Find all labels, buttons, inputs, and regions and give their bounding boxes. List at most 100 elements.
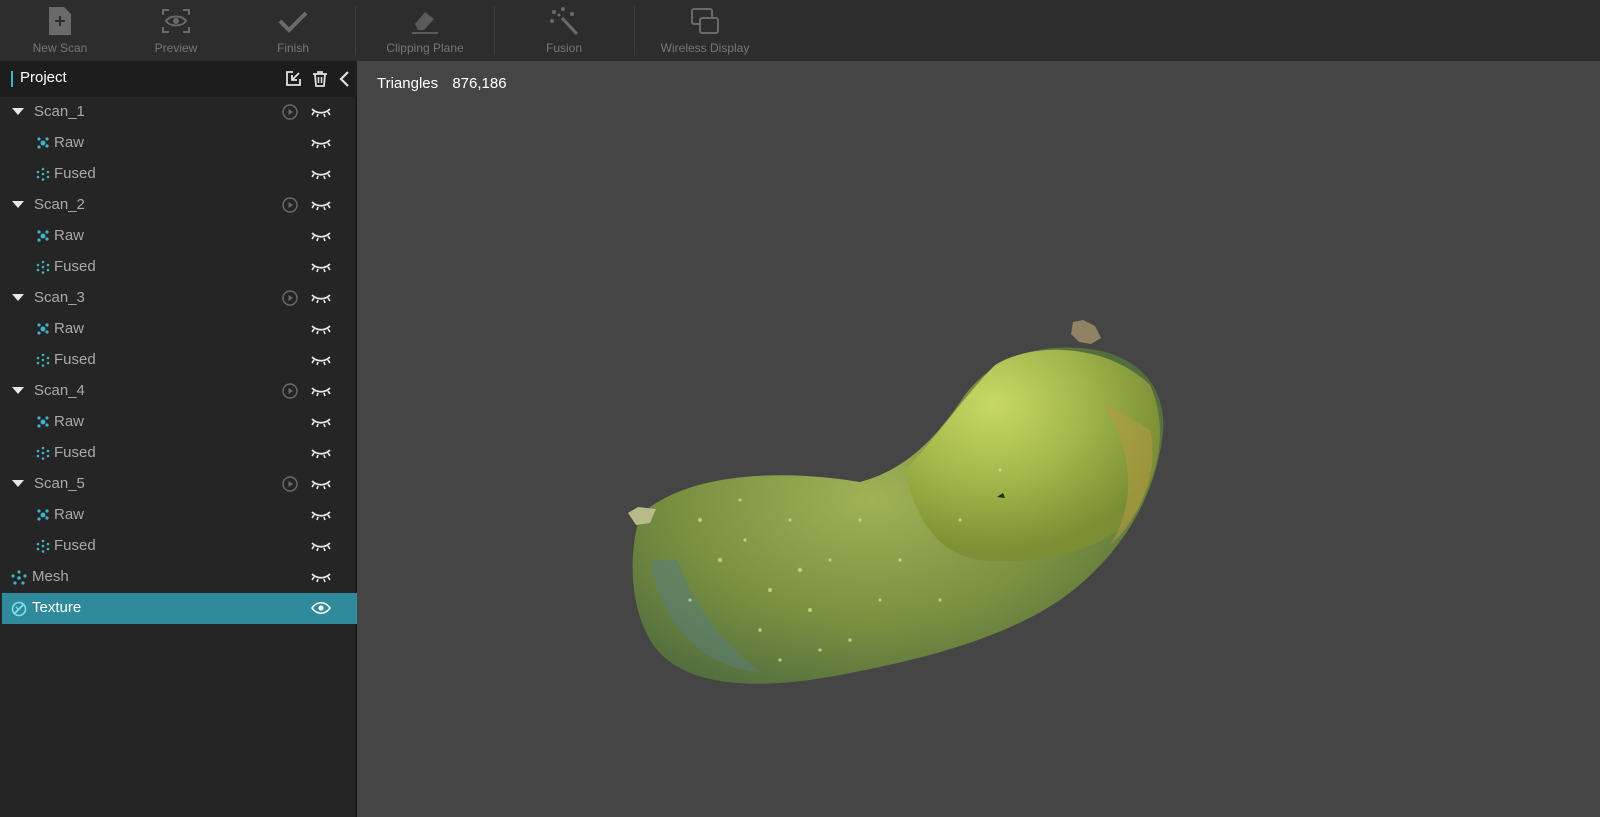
tree-item-label: Fused <box>54 165 96 182</box>
eye-closed-icon[interactable] <box>311 447 331 459</box>
texture-icon <box>11 601 27 617</box>
tree-item-label: Fused <box>54 351 96 368</box>
new-scan-label: New Scan <box>32 41 88 55</box>
eye-closed-icon[interactable] <box>311 199 331 211</box>
tree-item-label: Raw <box>54 506 85 523</box>
eye-closed-icon[interactable] <box>311 106 331 118</box>
tree-item-label: Scan_5 <box>34 475 85 492</box>
tree-item-texture[interactable]: Texture <box>2 593 357 624</box>
tree-item-label: Raw <box>54 413 85 430</box>
tree-item-raw[interactable]: Raw <box>2 128 357 159</box>
play-icon[interactable] <box>282 197 298 213</box>
eye-closed-icon[interactable] <box>311 540 331 552</box>
raw-points-icon <box>37 230 49 242</box>
project-header: Project <box>0 61 357 97</box>
tree-item-label: Texture <box>32 599 82 616</box>
fused-points-icon <box>36 353 50 367</box>
tree-item-label: Raw <box>54 320 85 337</box>
eye-closed-icon[interactable] <box>311 230 331 242</box>
tree-item-label: Raw <box>54 134 85 151</box>
eye-closed-icon[interactable] <box>311 168 331 180</box>
trash-icon[interactable] <box>311 70 329 88</box>
3d-viewport[interactable]: Triangles 876,186 <box>359 61 1600 817</box>
raw-points-icon <box>37 509 49 521</box>
finish-label: Finish <box>276 41 309 55</box>
clipping-plane-label: Clipping Plane <box>386 41 464 55</box>
expand-caret-icon[interactable] <box>12 294 24 301</box>
tree-item-fused[interactable]: Fused <box>2 531 357 562</box>
fused-points-icon <box>36 539 50 553</box>
eye-closed-icon[interactable] <box>311 571 331 583</box>
eye-closed-icon[interactable] <box>311 261 331 273</box>
wireless-display-button[interactable]: Wireless Display <box>655 0 755 61</box>
finish-button[interactable]: Finish <box>253 0 333 61</box>
tree-item-fused[interactable]: Fused <box>2 252 357 283</box>
triangle-count: Triangles 876,186 <box>377 75 517 92</box>
fusion-label: Fusion <box>545 41 583 55</box>
tree-item-mesh[interactable]: Mesh <box>2 562 357 593</box>
eye-closed-icon[interactable] <box>311 137 331 149</box>
toolbar-separator <box>494 6 495 55</box>
tree-item-scan[interactable]: Scan_4 <box>2 376 357 407</box>
new-scan-button[interactable]: New Scan <box>20 0 100 61</box>
tree-item-fused[interactable]: Fused <box>2 159 357 190</box>
new-scan-icon <box>49 7 71 35</box>
preview-icon <box>162 9 190 33</box>
tree-item-label: Mesh <box>32 568 69 585</box>
fusion-button[interactable]: Fusion <box>524 0 604 61</box>
tree-item-fused[interactable]: Fused <box>2 345 357 376</box>
project-title: Project <box>20 69 67 86</box>
magic-wand-icon <box>550 7 579 36</box>
play-icon[interactable] <box>282 290 298 306</box>
preview-button[interactable]: Preview <box>136 0 216 61</box>
eraser-icon <box>412 12 438 34</box>
eye-closed-icon[interactable] <box>311 323 331 335</box>
tree-item-label: Raw <box>54 227 85 244</box>
expand-caret-icon[interactable] <box>12 387 24 394</box>
tree-item-scan[interactable]: Scan_1 <box>2 97 357 128</box>
expand-caret-icon[interactable] <box>12 480 24 487</box>
collapse-panel-icon[interactable] <box>337 70 351 88</box>
tree-item-scan[interactable]: Scan_3 <box>2 283 357 314</box>
expand-caret-icon[interactable] <box>12 108 24 115</box>
project-sidebar: Project Scan_1 Raw Fused Scan_2 Raw Fused Scan… <box>0 61 357 817</box>
tree-item-raw[interactable]: Raw <box>2 221 357 252</box>
tree-item-label: Scan_2 <box>34 196 85 213</box>
eye-open-icon[interactable] <box>311 601 331 615</box>
toolbar-separator <box>355 6 356 55</box>
raw-points-icon <box>37 323 49 335</box>
tree-item-raw[interactable]: Raw <box>2 407 357 438</box>
expand-caret-icon[interactable] <box>12 201 24 208</box>
raw-points-icon <box>37 416 49 428</box>
play-icon[interactable] <box>282 383 298 399</box>
screens-icon <box>691 8 719 34</box>
tree-item-raw[interactable]: Raw <box>2 500 357 531</box>
mesh-icon <box>11 570 27 585</box>
eye-closed-icon[interactable] <box>311 354 331 366</box>
triangles-label: Triangles <box>377 75 439 92</box>
eye-closed-icon[interactable] <box>311 478 331 490</box>
play-icon[interactable] <box>282 476 298 492</box>
tree-item-fused[interactable]: Fused <box>2 438 357 469</box>
project-accent-bar <box>11 71 13 87</box>
textured-cucumber-model[interactable] <box>359 61 1600 817</box>
tree-item-label: Fused <box>54 258 96 275</box>
eye-closed-icon[interactable] <box>311 292 331 304</box>
fused-points-icon <box>36 167 50 181</box>
tree-item-label: Scan_3 <box>34 289 85 306</box>
triangles-value: 876,186 <box>452 75 507 92</box>
tree-item-scan[interactable]: Scan_5 <box>2 469 357 500</box>
eye-closed-icon[interactable] <box>311 509 331 521</box>
play-icon[interactable] <box>282 104 298 120</box>
wireless-display-label: Wireless Display <box>660 41 750 55</box>
eye-closed-icon[interactable] <box>311 416 331 428</box>
import-icon[interactable] <box>284 70 302 88</box>
tree-item-scan[interactable]: Scan_2 <box>2 190 357 221</box>
preview-label: Preview <box>154 41 198 55</box>
check-icon <box>278 11 308 33</box>
fused-points-icon <box>36 446 50 460</box>
tree-item-raw[interactable]: Raw <box>2 314 357 345</box>
toolbar: New Scan Preview Finish Clipping Plane F… <box>0 0 1600 61</box>
eye-closed-icon[interactable] <box>311 385 331 397</box>
clipping-plane-button[interactable]: Clipping Plane <box>380 0 470 61</box>
